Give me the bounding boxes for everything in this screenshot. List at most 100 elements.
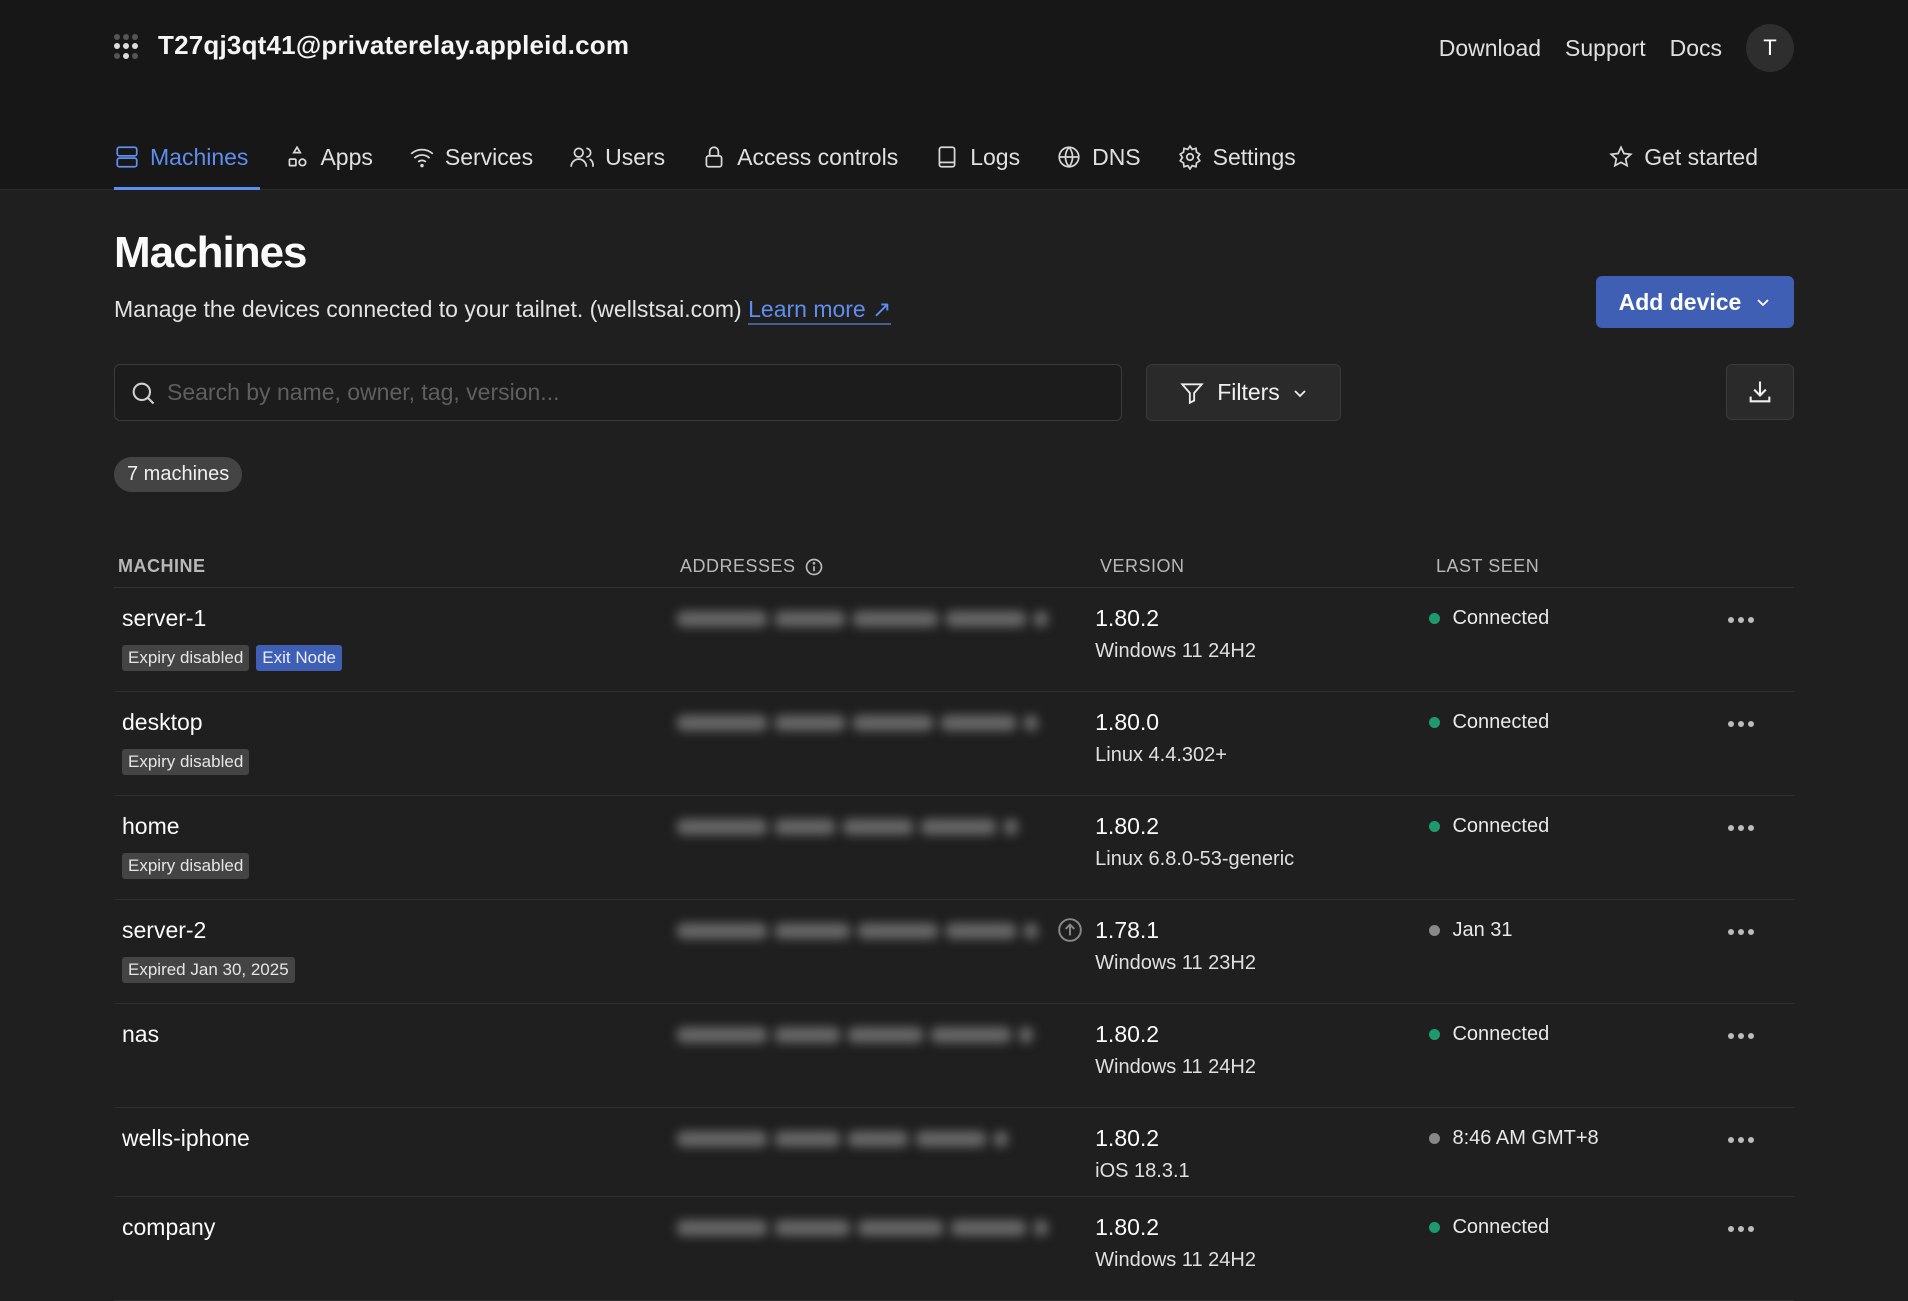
blurred-address (677, 819, 1095, 835)
table-row[interactable]: server-2 Expired Jan 30, 2025 1.78.1 Window… (114, 900, 1794, 1004)
get-started-link[interactable]: Get started (1608, 134, 1758, 180)
tab-label: Apps (320, 143, 373, 170)
support-link[interactable]: Support (1565, 35, 1646, 62)
tab-label: Settings (1212, 143, 1296, 170)
users-icon (570, 147, 595, 167)
machine-badge: Expiry disabled (122, 749, 250, 775)
machine-name[interactable]: server-1 (118, 605, 677, 632)
page-title: Machines (114, 228, 308, 277)
subtitle-text: Manage the devices connected to your tai… (114, 296, 742, 322)
column-addresses: ADDRESSES (680, 556, 1100, 577)
last-seen-text: Jan 31 (1452, 919, 1513, 941)
machine-name[interactable]: wells-iphone (118, 1125, 677, 1152)
wifi-icon (410, 148, 434, 168)
lock-icon (705, 146, 723, 168)
machine-badge: Exit Node (256, 645, 342, 671)
info-icon[interactable] (804, 557, 824, 577)
table-header: MACHINE ADDRESSES VERSION LAST SEEN (114, 546, 1794, 588)
os-version: Windows 11 24H2 (1095, 1056, 1256, 1078)
version-number: 1.80.2 (1095, 1021, 1160, 1047)
get-started-label: Get started (1644, 143, 1758, 170)
last-seen-text: Connected (1452, 711, 1550, 733)
version-number: 1.80.2 (1095, 1214, 1160, 1240)
more-actions-button[interactable] (1728, 721, 1794, 727)
more-actions-button[interactable] (1728, 1226, 1794, 1232)
blurred-address (677, 715, 1095, 731)
learn-more-link[interactable]: Learn more ↗ (748, 296, 892, 325)
table-row[interactable]: company 1.80.2 Windows 11 24H2 Connected (114, 1197, 1794, 1301)
top-bar: T27qj3qt41@privaterelay.appleid.com Down… (0, 0, 1908, 190)
add-device-label: Add device (1618, 288, 1742, 315)
column-version[interactable]: VERSION (1100, 556, 1436, 577)
column-last-seen[interactable]: LAST SEEN (1436, 556, 1736, 577)
tab-dns[interactable]: DNS (1056, 134, 1153, 180)
last-seen-text: Connected (1452, 815, 1550, 837)
machine-count-badge: 7 machines (114, 457, 243, 492)
tab-label: Machines (150, 143, 249, 170)
status-dot (1429, 1222, 1441, 1233)
tab-settings[interactable]: Settings (1177, 134, 1308, 180)
last-seen-text: Connected (1452, 1216, 1550, 1238)
more-actions-button[interactable] (1728, 1033, 1794, 1039)
download-link[interactable]: Download (1439, 35, 1541, 62)
column-machine[interactable]: MACHINE (114, 556, 680, 577)
machine-name[interactable]: server-2 (118, 917, 677, 944)
os-version: Linux 6.8.0-53-generic (1095, 848, 1295, 870)
main-nav: Machines Apps Services Users Access cont… (114, 134, 1332, 190)
status-dot (1429, 925, 1441, 936)
os-version: Windows 11 24H2 (1095, 1249, 1256, 1271)
blurred-address (677, 923, 1095, 939)
tab-users[interactable]: Users (569, 134, 677, 180)
filters-button[interactable]: Filters (1146, 364, 1341, 421)
machine-name[interactable]: company (118, 1214, 677, 1241)
more-actions-button[interactable] (1728, 825, 1794, 831)
machine-badge: Expiry disabled (122, 853, 250, 879)
chevron-down-icon (1294, 389, 1306, 397)
avatar[interactable]: T (1746, 24, 1794, 72)
filter-icon (1180, 382, 1204, 404)
chevron-down-icon (1757, 299, 1769, 307)
update-available-icon[interactable] (1057, 917, 1083, 943)
addresses-header-label: ADDRESSES (680, 556, 796, 576)
account-switcher[interactable]: T27qj3qt41@privaterelay.appleid.com (114, 30, 629, 61)
search-input[interactable] (167, 379, 1067, 406)
page-subtitle: Manage the devices connected to your tai… (114, 296, 892, 325)
machine-name[interactable]: nas (118, 1021, 677, 1048)
more-actions-button[interactable] (1728, 617, 1794, 623)
book-icon (938, 146, 956, 168)
more-actions-button[interactable] (1728, 1137, 1794, 1143)
badge-list: Expired Jan 30, 2025 (118, 957, 677, 983)
tab-services[interactable]: Services (409, 134, 545, 180)
badge-list: Expiry disabled (118, 853, 677, 879)
globe-icon (1058, 146, 1080, 169)
search-field[interactable] (114, 364, 1122, 421)
blurred-address (677, 1027, 1095, 1043)
version-number: 1.80.2 (1095, 605, 1160, 631)
tab-label: Services (444, 143, 534, 170)
table-row[interactable]: server-1 Expiry disabled Exit Node 1.80.2 Wi… (114, 588, 1794, 692)
more-actions-button[interactable] (1728, 929, 1794, 935)
add-device-button[interactable]: Add device (1596, 276, 1794, 328)
tab-machines[interactable]: Machines (114, 134, 261, 190)
last-seen-text: 8:46 AM GMT+8 (1452, 1127, 1599, 1149)
tab-label: Users (605, 143, 666, 170)
machine-name[interactable]: home (118, 813, 677, 840)
tab-apps[interactable]: Apps (284, 134, 384, 180)
version-number: 1.80.2 (1095, 813, 1160, 839)
tab-label: Access controls (737, 143, 899, 170)
tailscale-logo-icon (114, 32, 142, 60)
machine-name[interactable]: desktop (118, 709, 677, 736)
docs-link[interactable]: Docs (1670, 35, 1722, 62)
table-row[interactable]: desktop Expiry disabled 1.80.0 Linux 4.4.30… (114, 692, 1794, 796)
export-download-button[interactable] (1726, 364, 1794, 420)
table-row[interactable]: nas 1.80.2 Windows 11 24H2 Connected (114, 1004, 1794, 1108)
table-row[interactable]: wells-iphone 1.80.2 iOS 18.3.1 8:46 AM GMT+… (114, 1108, 1794, 1197)
tab-logs[interactable]: Logs (934, 134, 1032, 180)
tab-label: DNS (1092, 143, 1141, 170)
gear-icon (1178, 144, 1201, 170)
tab-access-controls[interactable]: Access controls (701, 134, 910, 180)
machine-badge: Expiry disabled (122, 645, 250, 671)
server-icon (116, 146, 138, 168)
table-row[interactable]: home Expiry disabled 1.80.2 Linux 6.8.0-53-… (114, 796, 1794, 900)
os-version: Windows 11 24H2 (1095, 640, 1256, 662)
